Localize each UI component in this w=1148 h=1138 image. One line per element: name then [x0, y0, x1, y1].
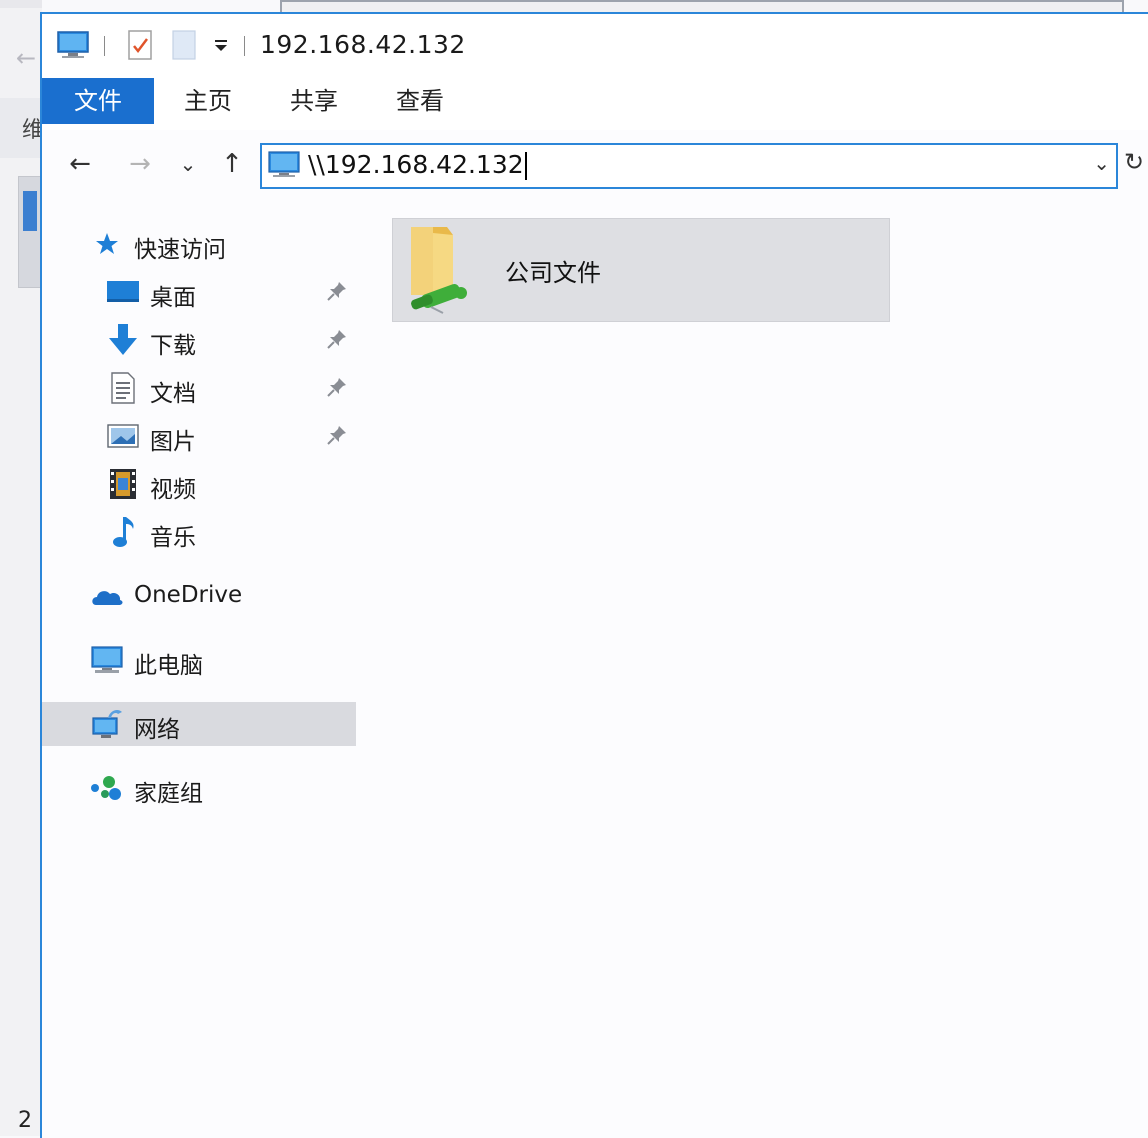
nav-documents[interactable]: 文档 — [42, 366, 356, 410]
tab-view[interactable]: 查看 — [382, 78, 458, 124]
nav-network-label: 网络 — [134, 717, 180, 743]
nav-downloads-label: 下载 — [150, 333, 196, 359]
address-bar[interactable]: \\192.168.42.132 ⌄ — [260, 143, 1118, 189]
pin-icon[interactable] — [326, 280, 348, 306]
nav-homegroup-label: 家庭组 — [134, 781, 203, 807]
forward-button[interactable]: → — [122, 146, 158, 182]
nav-this-pc[interactable]: 此电脑 — [42, 638, 356, 682]
nav-this-pc-label: 此电脑 — [134, 653, 203, 679]
up-button[interactable]: ↑ — [214, 146, 250, 182]
title-bar: 192.168.42.132 — [42, 14, 1148, 78]
nav-downloads[interactable]: 下载 — [42, 318, 356, 362]
network-icon — [90, 708, 124, 740]
nav-quick-access[interactable]: 快速访问 — [42, 222, 356, 266]
network-computer-icon — [268, 151, 300, 183]
nav-onedrive-label: OneDrive — [134, 582, 243, 608]
window-title: 192.168.42.132 — [260, 30, 466, 59]
back-button[interactable]: ← — [62, 146, 98, 182]
background-window-titlebar — [0, 0, 42, 8]
title-separator — [244, 36, 245, 56]
nav-music[interactable]: 音乐 — [42, 510, 356, 554]
nav-network[interactable]: 网络 — [42, 702, 356, 746]
folder-label: 公司文件 — [505, 259, 601, 287]
download-icon — [106, 324, 140, 356]
nav-pictures[interactable]: 图片 — [42, 414, 356, 458]
navigation-bar: ← → ⌄ ↑ \\192.168.42.132 ⌄ ↻ — [42, 130, 1148, 202]
nav-music-label: 音乐 — [150, 525, 196, 551]
new-folder-icon[interactable] — [170, 28, 198, 62]
background-thumbnail — [18, 176, 42, 288]
nav-videos-label: 视频 — [150, 477, 196, 503]
nav-desktop[interactable]: 桌面 — [42, 270, 356, 314]
pictures-icon — [106, 420, 140, 452]
desktop-icon — [106, 276, 140, 308]
quick-access-separator — [104, 36, 105, 56]
nav-documents-label: 文档 — [150, 381, 196, 407]
refresh-button[interactable]: ↻ — [1124, 148, 1144, 176]
this-pc-icon — [90, 644, 124, 676]
background-item-count: 2 — [18, 1108, 32, 1133]
background-window: ← 维 2 — [0, 0, 44, 1136]
pin-icon[interactable] — [326, 376, 348, 402]
homegroup-icon — [90, 772, 124, 804]
address-input[interactable]: \\192.168.42.132 — [308, 150, 527, 180]
pin-icon[interactable] — [326, 424, 348, 450]
nav-videos[interactable]: 视频 — [42, 462, 356, 506]
videos-icon — [106, 468, 140, 500]
computer-icon[interactable] — [56, 28, 90, 62]
recent-locations-button[interactable]: ⌄ — [170, 146, 206, 182]
navigation-pane: 快速访问 桌面 下载 文档 图片 视频 音乐 OneDrive 此电脑 网络 家… — [42, 202, 356, 1138]
tab-home[interactable]: 主页 — [170, 78, 246, 124]
properties-check-icon[interactable] — [126, 28, 154, 62]
music-icon — [106, 516, 140, 548]
nav-pictures-label: 图片 — [150, 429, 196, 455]
pin-icon[interactable] — [326, 328, 348, 354]
customize-dropdown-icon[interactable] — [210, 28, 232, 62]
ribbon: 文件 主页 共享 查看 — [42, 78, 1148, 131]
tab-file[interactable]: 文件 — [42, 78, 154, 124]
documents-icon — [106, 372, 140, 404]
nav-desktop-label: 桌面 — [150, 285, 196, 311]
nav-homegroup[interactable]: 家庭组 — [42, 766, 356, 810]
background-back-icon: ← — [16, 44, 37, 72]
folder-item[interactable]: 公司文件 — [392, 218, 890, 322]
nav-quick-access-label: 快速访问 — [134, 237, 226, 263]
shared-folder-icon — [403, 223, 473, 319]
address-dropdown-button[interactable]: ⌄ — [1093, 151, 1110, 175]
explorer-window: 192.168.42.132 文件 主页 共享 查看 ← → ⌄ ↑ \\192… — [40, 12, 1148, 1138]
cloud-icon — [90, 580, 124, 612]
nav-onedrive[interactable]: OneDrive — [42, 574, 356, 618]
star-icon — [90, 228, 124, 260]
tab-share[interactable]: 共享 — [276, 78, 352, 124]
